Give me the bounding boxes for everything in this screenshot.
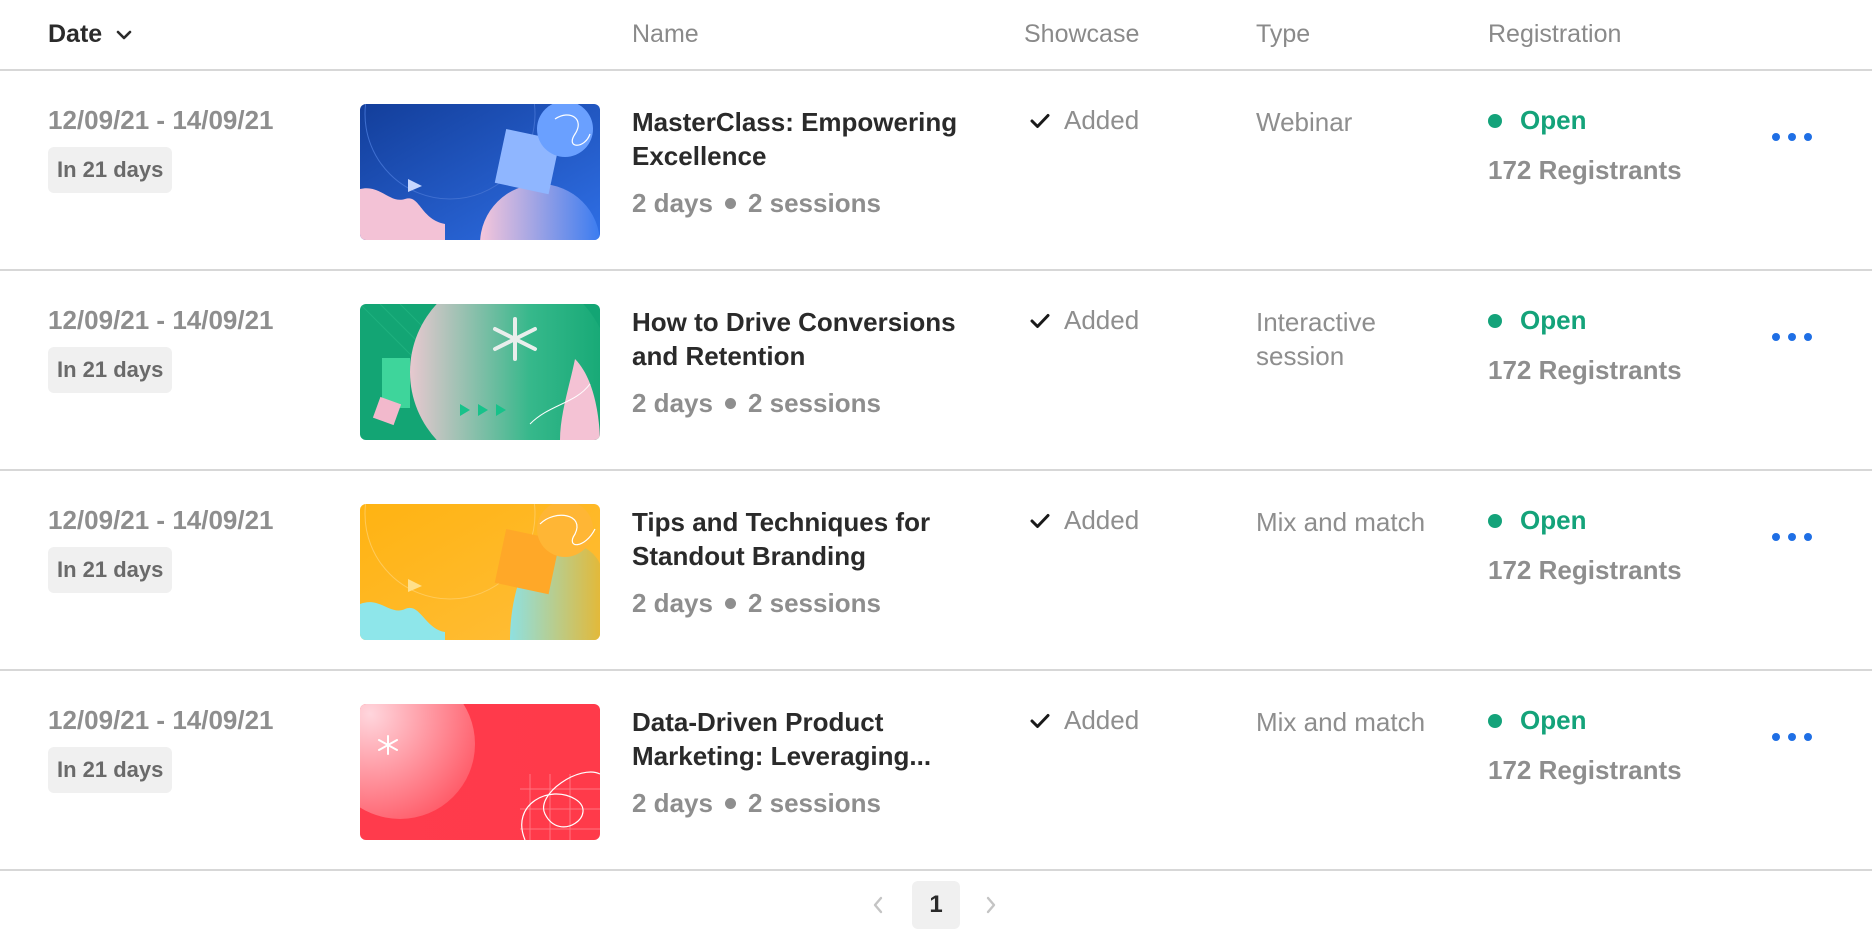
- days-until-badge: In 21 days: [48, 747, 173, 793]
- event-duration: 2 days: [632, 788, 713, 818]
- event-duration: 2 days: [632, 588, 713, 618]
- event-thumbnail[interactable]: [360, 104, 600, 240]
- event-title[interactable]: Data-Driven Product Marketing: Leveragin…: [632, 705, 972, 773]
- more-horizontal-icon: [1772, 733, 1780, 741]
- event-sessions: 2 sessions: [747, 588, 881, 618]
- status-dot-icon: [1488, 113, 1502, 128]
- registration-status: Open: [1488, 105, 1586, 136]
- row-menu-button[interactable]: [1772, 725, 1812, 749]
- event-duration: 2 days: [632, 188, 713, 218]
- event-meta: 2 days 2 sessions: [632, 788, 881, 819]
- event-type: Mix and match: [1256, 507, 1426, 537]
- registration-status: Open: [1488, 505, 1586, 536]
- showcase-status: Added: [1030, 705, 1139, 736]
- status-dot-icon: [1488, 513, 1502, 528]
- registrants-count: 172 Registrants: [1488, 155, 1682, 185]
- showcase-status: Added: [1030, 505, 1139, 536]
- status-dot-icon: [1488, 313, 1502, 328]
- chevron-right-icon: [986, 896, 996, 914]
- registration-status-label: Open: [1520, 105, 1587, 135]
- registration-status: Open: [1488, 705, 1586, 736]
- showcase-status: Added: [1030, 105, 1139, 136]
- event-meta: 2 days 2 sessions: [632, 588, 881, 619]
- days-until-badge: In 21 days: [48, 347, 173, 393]
- event-sessions: 2 sessions: [747, 788, 881, 818]
- table-row[interactable]: 12/09/21 - 14/09/21 In 21 days How to Dr…: [0, 271, 1872, 471]
- chevron-left-icon: [873, 896, 883, 914]
- showcase-label: Added: [1064, 305, 1140, 335]
- event-meta: 2 days 2 sessions: [632, 188, 881, 219]
- previous-page-button[interactable]: [872, 895, 884, 920]
- event-title[interactable]: Tips and Techniques for Standout Brandin…: [632, 505, 972, 573]
- event-type: Webinar: [1256, 107, 1353, 137]
- registration-status-label: Open: [1520, 505, 1587, 535]
- table-row[interactable]: 12/09/21 - 14/09/21 In 21 days Data-Driv…: [0, 671, 1872, 871]
- status-dot-icon: [1488, 713, 1502, 728]
- registration-status: Open: [1488, 305, 1586, 336]
- page-number-button[interactable]: 1: [912, 881, 960, 929]
- showcase-label: Added: [1064, 505, 1140, 535]
- event-date-range: 12/09/21 - 14/09/21: [48, 705, 274, 735]
- event-title[interactable]: MasterClass: Empowering Excellence: [632, 105, 972, 173]
- table-row[interactable]: 12/09/21 - 14/09/21 In 21 days Tips and …: [0, 471, 1872, 671]
- registrants-count: 172 Registrants: [1488, 355, 1682, 385]
- row-menu-button[interactable]: [1772, 325, 1812, 349]
- event-date-range: 12/09/21 - 14/09/21: [48, 305, 274, 335]
- check-icon: [1030, 113, 1050, 128]
- days-until-badge: In 21 days: [48, 547, 173, 593]
- more-horizontal-icon: [1772, 533, 1780, 541]
- event-sessions: 2 sessions: [747, 188, 881, 218]
- registration-status-label: Open: [1520, 305, 1587, 335]
- event-type: Interactive session: [1256, 307, 1376, 371]
- showcase-status: Added: [1030, 305, 1139, 336]
- showcase-column-label: Showcase: [1024, 20, 1140, 48]
- more-horizontal-icon: [1772, 133, 1780, 141]
- bullet-separator: [724, 798, 736, 809]
- date-column-label: Date: [48, 20, 103, 48]
- event-thumbnail[interactable]: [360, 704, 600, 840]
- table-row[interactable]: 12/09/21 - 14/09/21 In 21 days MasterCla…: [0, 71, 1872, 271]
- days-until-badge: In 21 days: [48, 147, 173, 193]
- bullet-separator: [724, 398, 736, 409]
- event-thumbnail[interactable]: [360, 304, 600, 440]
- pagination: 1: [0, 881, 1872, 929]
- registrants-count: 172 Registrants: [1488, 755, 1682, 785]
- registrants-count: 172 Registrants: [1488, 555, 1682, 585]
- event-title[interactable]: How to Drive Conversions and Retention: [632, 305, 972, 373]
- showcase-label: Added: [1064, 705, 1140, 735]
- event-type: Mix and match: [1256, 707, 1426, 737]
- table-header: Date Name Showcase Type Registration: [0, 0, 1872, 71]
- check-icon: [1030, 513, 1050, 528]
- chevron-down-icon: [116, 30, 132, 39]
- event-date-range: 12/09/21 - 14/09/21: [48, 505, 274, 535]
- more-horizontal-icon: [1772, 333, 1780, 341]
- bullet-separator: [724, 198, 736, 209]
- event-meta: 2 days 2 sessions: [632, 388, 881, 419]
- next-page-button[interactable]: [985, 895, 997, 920]
- row-menu-button[interactable]: [1772, 125, 1812, 149]
- sort-by-date-button[interactable]: Date: [48, 20, 132, 49]
- event-date-range: 12/09/21 - 14/09/21: [48, 105, 274, 135]
- event-duration: 2 days: [632, 388, 713, 418]
- type-column-label: Type: [1256, 20, 1311, 48]
- showcase-label: Added: [1064, 105, 1140, 135]
- check-icon: [1030, 313, 1050, 328]
- event-sessions: 2 sessions: [747, 388, 881, 418]
- registration-column-label: Registration: [1488, 20, 1622, 48]
- row-menu-button[interactable]: [1772, 525, 1812, 549]
- event-thumbnail[interactable]: [360, 504, 600, 640]
- bullet-separator: [724, 598, 736, 609]
- name-column-label: Name: [632, 20, 699, 48]
- registration-status-label: Open: [1520, 705, 1587, 735]
- check-icon: [1030, 713, 1050, 728]
